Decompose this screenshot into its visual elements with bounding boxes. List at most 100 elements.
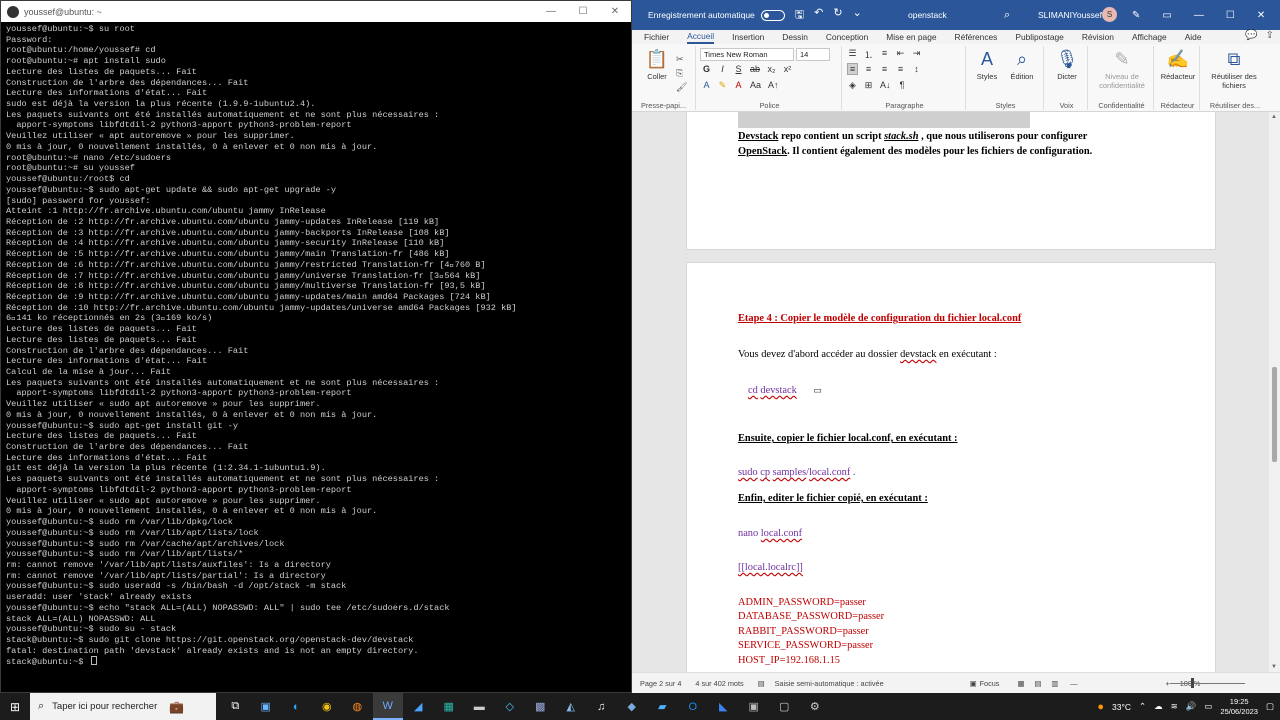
wifi-icon[interactable]: ≋ [1171,701,1178,712]
terminal-output[interactable]: youssef@ubuntu:~$ su root Password: root@u… [1,22,631,690]
task-view-icon[interactable]: ⧉ [220,693,251,720]
terminal-icon[interactable]: ▬ [464,693,495,720]
firefox-icon[interactable]: ◍ [342,693,373,720]
sort-icon[interactable]: A↓ [880,80,891,91]
vscode-icon[interactable]: ◢ [403,693,434,720]
app-icon[interactable]: ▦ [434,693,465,720]
tab-r-f-rences[interactable]: Références [955,32,998,42]
tab-publipostage[interactable]: Publipostage [1015,32,1063,42]
close-icon[interactable]: ✕ [1257,10,1265,21]
superscript-icon[interactable]: x² [783,64,792,74]
store-icon[interactable]: ▣ [251,693,282,720]
ribbon-display-icon[interactable]: ▭ [1162,10,1171,21]
document-name[interactable]: openstack [908,10,947,20]
document-area[interactable]: Devstack repo contient un script stack.s… [632,112,1280,672]
justify-icon[interactable]: ≡ [896,64,905,74]
bullets-icon[interactable]: ☰ [848,48,857,61]
paste-options-icon[interactable]: ▭ [813,385,822,395]
tab-accueil[interactable]: Accueil [687,31,715,44]
line-spacing-icon[interactable]: ↕ [912,64,921,74]
maximize-icon[interactable]: ☐ [1226,10,1235,21]
tab-affichage[interactable]: Affichage [1132,32,1167,42]
tab-dessin[interactable]: Dessin [782,32,808,42]
weather-icon[interactable]: ● [1097,701,1104,713]
edit-button[interactable]: ⌕ Édition [1006,48,1038,81]
vertical-scrollbar[interactable]: ▲ ▼ [1269,112,1280,672]
word-count[interactable]: 4 sur 402 mots [695,679,743,688]
user-name[interactable]: SLIMANIYoussef [1038,10,1102,20]
news-icon[interactable]: 💼 [169,700,184,714]
volume-icon[interactable]: 🔊 [1186,701,1197,712]
font-color-icon[interactable]: A [734,80,743,91]
word-icon[interactable]: W [372,693,403,720]
text-effects-icon[interactable]: A [702,80,711,91]
cut-icon[interactable]: ✂ [676,52,687,66]
font-size-select[interactable]: 14 [796,48,830,61]
search-icon[interactable]: ⌕ [1004,9,1010,22]
settings-icon[interactable]: ⚙ [800,693,831,720]
editor-button[interactable]: ✍ Rédacteur [1158,48,1198,81]
align-center-icon[interactable]: ≡ [864,64,873,74]
align-right-icon[interactable]: ≡ [880,64,889,74]
zoom-knob[interactable] [1191,678,1194,688]
share-icon[interactable]: ⇪ [1266,30,1274,41]
tab-conception[interactable]: Conception [826,32,868,42]
customize-icon[interactable]: ⌄ [853,6,862,25]
page-count[interactable]: Page 2 sur 4 [640,679,681,688]
format-painter-icon[interactable]: 🖌 [676,80,687,94]
sensitivity-button[interactable]: ✎ Niveau de confidentialité [1094,48,1150,90]
shading-icon[interactable]: ◈ [848,80,857,91]
grow-font-icon[interactable]: A↑ [768,80,779,91]
word-window[interactable]: Enregistrement automatique 🖫 ↶ ↻ ⌄ opens… [632,0,1280,693]
highlight-icon[interactable]: ✎ [718,80,727,91]
increase-indent-icon[interactable]: ⇥ [912,48,921,61]
tab-r-vision[interactable]: Révision [1082,32,1114,42]
tray-overflow-icon[interactable]: ⌃ [1139,701,1146,712]
window-icon[interactable]: ▣ [739,693,770,720]
redo-icon[interactable]: ↻ [833,6,842,25]
tab-insertion[interactable]: Insertion [732,32,764,42]
copy-icon[interactable]: ⎘ [676,66,687,80]
camera-icon[interactable]: ▰ [647,693,678,720]
terminal-window[interactable]: youssef@ubuntu: ~ — ☐ ✕ youssef@ubuntu:~… [0,0,632,693]
outlook-icon[interactable]: O [678,693,709,720]
weather-temp[interactable]: 33°C [1112,702,1131,712]
decrease-indent-icon[interactable]: ⇤ [896,48,905,61]
styles-button[interactable]: A Styles [972,48,1002,81]
maximize-icon[interactable]: ☐ [567,6,599,17]
minimize-icon[interactable]: — [1194,10,1204,21]
align-left-icon[interactable]: ≡ [847,63,858,75]
reuse-files-button[interactable]: ⧉ Réutiliser des fichiers [1206,48,1262,90]
font-name-select[interactable]: Times New Roman [700,48,794,61]
tab-mise-en-page[interactable]: Mise en page [886,32,936,42]
change-case-icon[interactable]: Aa [750,80,761,91]
proofing-icon[interactable]: ▤ [758,679,765,688]
notifications-icon[interactable]: ▢ [1266,701,1274,712]
music-icon[interactable]: ♫ [586,693,617,720]
close-icon[interactable]: ✕ [599,6,631,17]
vscode-alt-icon[interactable]: ◣ [708,693,739,720]
windows-start-icon[interactable]: ⊞ [0,700,30,714]
scroll-thumb[interactable] [1272,367,1277,462]
minimize-icon[interactable]: — [535,6,567,17]
save-icon[interactable]: 🖫 [795,6,804,25]
file-icon[interactable]: ◭ [556,693,587,720]
battery-icon[interactable]: ▭ [1204,701,1212,712]
avatar[interactable]: S [1102,7,1117,22]
web-layout-icon[interactable]: ▥ [1051,679,1058,688]
italic-icon[interactable]: I [718,64,727,74]
comments-icon[interactable]: 💬 [1245,30,1257,41]
tab-aide[interactable]: Aide [1185,32,1202,42]
dictate-button[interactable]: 🎙 Dicter [1050,48,1084,81]
cloud-icon[interactable]: ☁ [1154,701,1163,712]
bold-icon[interactable]: G [702,64,711,74]
scroll-down-icon[interactable]: ▼ [1271,664,1277,670]
numbering-icon[interactable]: ⒈ [864,48,873,61]
print-layout-icon[interactable]: ▤ [1034,679,1041,688]
focus-button[interactable]: Focus [980,679,1000,688]
autosave-toggle[interactable] [760,9,785,21]
browser-icon[interactable]: ◆ [617,693,648,720]
show-marks-icon[interactable]: ¶ [898,80,907,91]
subscript-icon[interactable]: x₂ [767,64,776,74]
focus-icon[interactable]: ▣ [970,679,977,688]
